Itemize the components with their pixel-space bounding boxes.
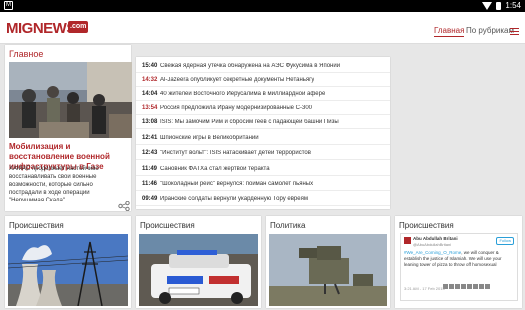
card-image (269, 234, 387, 306)
news-time: 13:54 (142, 104, 158, 111)
wifi-icon (482, 1, 493, 10)
news-time: 09:49 (142, 195, 158, 202)
list-item[interactable]: 15:40 Свежая ядерная утечка обнаружена н… (136, 59, 390, 73)
avatar (455, 284, 460, 289)
tweet-handle: @AbuAbdullahBritani (413, 242, 452, 247)
list-item[interactable]: 09:49 Иранские солдаты вернули укарденну… (136, 192, 390, 206)
news-time: 12:43 (142, 149, 158, 156)
status-bar: M 1:54 (0, 0, 525, 12)
news-time: 14:04 (142, 90, 158, 97)
card-image (139, 234, 258, 306)
news-time: 11:46 (142, 180, 158, 187)
avatar (449, 284, 454, 289)
share-icon[interactable] (118, 198, 130, 212)
list-item[interactable]: 12:41 Шпионские игры в Великобритании (136, 131, 390, 145)
news-time: 13:08 (142, 118, 158, 125)
news-title: Россия предложила Ирану модернизированны… (160, 104, 312, 111)
status-time: 1:54 (505, 1, 521, 10)
news-time: 15:40 (142, 62, 158, 69)
tweet-hashtag[interactable]: #We_Are_Coming_O_Rome (404, 250, 461, 255)
category-card-incidents[interactable]: Происшествия (5, 216, 131, 308)
nav-tab-main[interactable]: Главная (434, 26, 465, 37)
news-title: "Институт вольт": ISIS натаскивает детей… (160, 149, 311, 156)
tweet-text: #We_Are_Coming_O_Rome, we will conquer &… (404, 250, 514, 268)
news-title: Свежая ядерная утечка обнаружена на АЭС … (160, 62, 341, 69)
card-section-title: Происшествия (9, 221, 64, 230)
avatar (479, 284, 484, 289)
category-card-politics[interactable]: Политика (266, 216, 390, 308)
news-time: 12:41 (142, 134, 158, 141)
main-story-card[interactable]: Главное Мобилизация и восстановление вое… (5, 45, 132, 212)
avatar (485, 284, 490, 289)
logo-badge: .com (68, 21, 89, 33)
list-item[interactable]: 13:08 ISIS: Мы замочим Рим и сбросим гее… (136, 115, 390, 129)
avatar (467, 284, 472, 289)
tweet-timestamp: 3:21 AM - 17 Feb 2015 (404, 286, 445, 291)
embedded-tweet[interactable]: Abu Abdullah Britani @AbuAbdullahBritani… (400, 233, 518, 301)
battery-icon (496, 1, 502, 10)
avatar (404, 237, 411, 244)
notification-icon: M (4, 1, 13, 10)
card-section-title: Политика (270, 221, 306, 230)
news-title: "Шоколадный рейс" вернулся: пойман самол… (160, 180, 314, 187)
logo[interactable]: MIGNEWS (6, 20, 76, 37)
list-item[interactable]: 14:04 40 жителей Восточного Иерусалима в… (136, 87, 390, 101)
avatar (473, 284, 478, 289)
nav-tab-rubrics[interactable]: По рубрикам (466, 26, 514, 35)
list-item[interactable]: 14:32 Al-Jazeera опубликует секретные до… (136, 73, 390, 87)
card-section-title: Происшествия (399, 221, 454, 230)
list-item[interactable]: 13:54 Россия предложила Ирану модернизир… (136, 101, 390, 115)
news-title: Иранские солдаты вернули укарденную Тору… (160, 195, 308, 202)
news-list: 15:40 Свежая ядерная утечка обнаружена н… (136, 57, 390, 209)
list-item[interactable]: 11:46 "Шоколадный рейс" вернулся: пойман… (136, 177, 390, 191)
tweet-retweeters (443, 284, 490, 289)
menu-icon[interactable] (510, 28, 519, 35)
news-time: 14:32 (142, 76, 158, 83)
card-section-title: Происшествия (140, 221, 195, 230)
list-item[interactable]: 11:49 Сановник ФАТХа стал жертвой теракт… (136, 162, 390, 176)
news-title: Сановник ФАТХа стал жертвой теракта (160, 165, 270, 172)
app-bar: MIGNEWS .com Главная По рубрикам (0, 12, 525, 44)
main-story-image (9, 62, 132, 138)
card-image (8, 234, 128, 306)
follow-button[interactable]: Follow (496, 237, 514, 245)
news-title: Al-Jazeera опубликует секретные документ… (160, 76, 315, 83)
news-title: Шпионские игры в Великобритании (160, 134, 259, 141)
list-item[interactable]: 12:43 "Институт вольт": ISIS натаскивает… (136, 146, 390, 160)
category-card-incidents-2[interactable]: Происшествия (136, 216, 261, 308)
news-title: ISIS: Мы замочим Рим и сбросим геев с па… (160, 118, 339, 125)
avatar (461, 284, 466, 289)
main-story-excerpt: ХАМАС продолжает настойчиво восстанавлив… (9, 166, 99, 201)
news-time: 11:49 (142, 165, 158, 172)
section-title: Главное (9, 49, 44, 59)
news-title: 40 жителей Восточного Иерусалима в милли… (160, 90, 326, 97)
